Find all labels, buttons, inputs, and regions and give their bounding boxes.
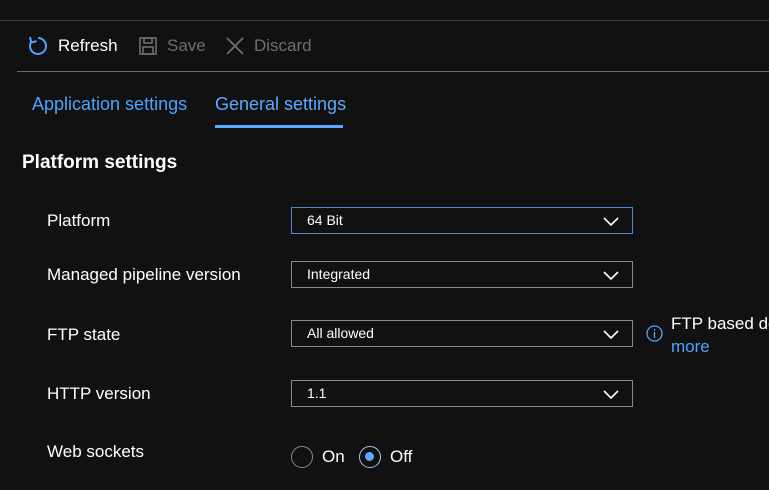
web-sockets-on-radio[interactable]: On [291,444,345,470]
radio-label-on: On [322,447,345,466]
chevron-down-icon [603,387,619,405]
discard-button[interactable]: Discard [225,21,312,71]
refresh-icon [27,35,49,57]
save-icon [138,36,158,56]
chevron-down-icon [603,268,619,286]
http-version-dropdown[interactable]: 1.1 [291,380,633,407]
section-title: Platform settings [22,152,178,173]
platform-value: 64 Bit [307,212,343,228]
close-icon [225,36,245,56]
http-version-value: 1.1 [307,385,327,401]
tab-general-settings[interactable]: General settings [215,94,346,115]
web-sockets-off-radio[interactable]: Off [359,444,412,470]
save-label: Save [167,36,206,55]
pipeline-dropdown[interactable]: Integrated [291,261,633,288]
http-version-label: HTTP version [47,384,151,403]
selected-tab-indicator [215,125,343,128]
radio-circle [359,446,381,468]
platform-dropdown[interactable]: 64 Bit [291,207,633,234]
radio-circle [291,446,313,468]
discard-label: Discard [254,36,312,55]
command-bar: Refresh Save Discard [17,21,769,72]
learn-more-link[interactable]: more [671,337,710,357]
chevron-down-icon [603,327,619,345]
pipeline-value: Integrated [307,266,371,282]
ftp-label: FTP state [47,325,121,344]
save-button[interactable]: Save [138,21,206,71]
info-icon [646,325,663,347]
web-sockets-label: Web sockets [47,442,145,461]
refresh-label: Refresh [58,36,118,55]
chevron-down-icon [603,214,619,232]
ftp-dropdown[interactable]: All allowed [291,320,633,347]
pipeline-label: Managed pipeline version [47,265,241,284]
tab-application-settings[interactable]: Application settings [32,94,187,115]
ftp-info-text: FTP based de [671,314,769,333]
refresh-button[interactable]: Refresh [27,21,118,71]
platform-label: Platform [47,211,111,230]
radio-label-off: Off [390,447,413,466]
ftp-value: All allowed [307,325,374,341]
